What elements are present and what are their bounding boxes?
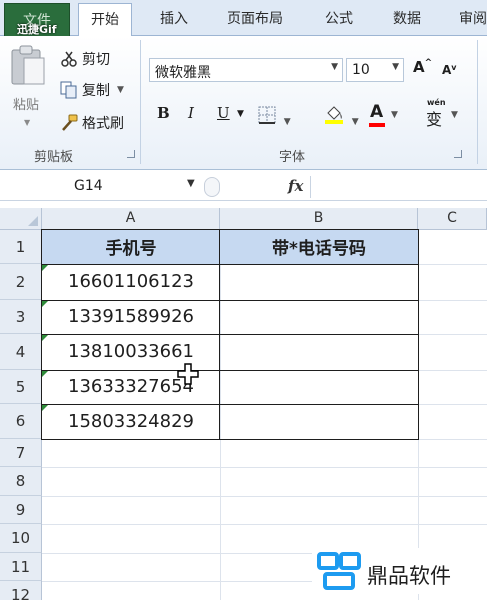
border-icon	[258, 106, 276, 124]
brand-logo-text: 鼎品软件	[367, 564, 451, 588]
underline-dropdown-arrow[interactable]: ▼	[237, 109, 244, 131]
font-name-value: 微软雅黑	[155, 65, 211, 81]
tab-data[interactable]: 数据	[393, 8, 421, 28]
bold-button[interactable]: B	[157, 104, 170, 126]
grow-font-button[interactable]: A^	[413, 58, 432, 76]
chevron-down-icon: ▼	[392, 62, 399, 72]
font-size-select[interactable]: 10 ▼	[346, 58, 404, 82]
tab-page-layout[interactable]: 页面布局	[227, 8, 283, 28]
clipboard-group-label: 剪贴板	[34, 150, 74, 165]
underline-button[interactable]: U	[217, 104, 230, 126]
table-row-divider	[41, 300, 419, 301]
font-color-dropdown-arrow[interactable]: ▼	[391, 110, 398, 120]
ribbon-home: 粘贴 ▼ 剪切 复制 ▼ 格式刷 剪贴板 微软雅黑 ▼ 10 ▼ A^ Av B…	[0, 36, 487, 170]
tab-home[interactable]: 开始	[78, 3, 132, 37]
fill-color-dropdown-arrow[interactable]: ▼	[352, 117, 359, 127]
group-separator	[140, 40, 141, 164]
spreadsheet-grid[interactable]: A B C 1 2 3 4 5 6 7 8 9 10 11 12 手机号 带*电话号码 1660110…	[0, 208, 487, 600]
border-dropdown-arrow[interactable]: ▼	[284, 117, 291, 127]
shrink-font-button[interactable]: Av	[442, 63, 457, 77]
copy-icon	[60, 81, 77, 99]
clipboard-launcher-icon[interactable]	[127, 150, 135, 158]
font-launcher-icon[interactable]	[454, 150, 462, 158]
gridline	[42, 467, 487, 468]
row-header[interactable]: 10	[0, 524, 42, 553]
gridline	[42, 496, 487, 497]
copy-dropdown-arrow[interactable]: ▼	[117, 85, 124, 95]
cell-select-cursor-icon	[177, 363, 199, 385]
tab-formulas[interactable]: 公式	[325, 8, 353, 28]
formula-bar-splitter[interactable]	[204, 177, 220, 197]
table-row-divider	[41, 370, 419, 371]
cut-button[interactable]: 剪切	[60, 48, 110, 70]
table-row-divider	[41, 404, 419, 405]
row-header[interactable]: 3	[0, 300, 42, 334]
format-painter-label: 格式刷	[82, 116, 124, 132]
paste-dropdown-arrow[interactable]: ▼	[24, 118, 30, 127]
brand-logo: 鼎品软件	[312, 548, 487, 594]
cut-label: 剪切	[82, 52, 110, 68]
formula-bar: G14 ▼ fx	[0, 173, 487, 201]
table-row-divider	[41, 264, 419, 265]
paint-bucket-icon	[325, 106, 343, 124]
row-header[interactable]: 6	[0, 404, 42, 439]
shrink-font-icon: A	[442, 63, 452, 77]
row-header[interactable]: 11	[0, 553, 42, 581]
row-header[interactable]: 1	[0, 230, 42, 264]
font-size-value: 10	[352, 62, 370, 78]
font-color-button[interactable]: A ▼	[369, 102, 398, 127]
row-header[interactable]: 4	[0, 334, 42, 370]
insert-function-button[interactable]: fx	[288, 177, 303, 195]
font-name-select[interactable]: 微软雅黑 ▼	[149, 58, 343, 82]
font-group-label: 字体	[279, 150, 306, 165]
copy-label: 复制	[82, 83, 110, 99]
fill-color-button[interactable]: ▼	[324, 104, 359, 127]
column-header-b[interactable]: B	[220, 208, 418, 230]
table-row-divider	[41, 334, 419, 335]
row-header[interactable]: 12	[0, 581, 42, 600]
row-header[interactable]: 7	[0, 439, 42, 467]
border-button[interactable]: ▼	[258, 106, 291, 128]
font-color-swatch	[369, 123, 385, 127]
tab-file[interactable]: 文件 迅捷Gif	[4, 3, 70, 36]
name-box[interactable]: G14	[2, 176, 202, 198]
italic-button[interactable]: I	[188, 104, 194, 126]
name-box-dropdown-icon[interactable]: ▼	[187, 178, 195, 189]
chevron-down-icon: ▼	[331, 62, 338, 72]
paste-button-label[interactable]: 粘贴	[13, 94, 39, 113]
font-color-letter: A	[370, 102, 384, 122]
column-header-c[interactable]: C	[418, 208, 487, 230]
row-header[interactable]: 2	[0, 264, 42, 300]
ribbon-overflow	[470, 58, 487, 82]
paste-icon[interactable]	[10, 44, 46, 86]
tab-review[interactable]: 审阅	[459, 8, 487, 28]
grow-font-icon: A	[413, 58, 425, 76]
ribbon-tab-bar: 文件 迅捷Gif 开始 插入 页面布局 公式 数据 审阅	[0, 0, 487, 37]
phonetic-dropdown-arrow[interactable]: ▼	[451, 110, 458, 120]
row-header[interactable]: 9	[0, 496, 42, 524]
gif-watermark: 迅捷Gif	[17, 23, 57, 36]
group-separator	[477, 40, 478, 164]
column-header-a[interactable]: A	[42, 208, 220, 230]
brand-logo-icon	[317, 552, 361, 590]
format-painter-button[interactable]: 格式刷	[60, 112, 124, 134]
select-all-button[interactable]	[0, 208, 42, 230]
row-header[interactable]: 8	[0, 467, 42, 496]
formula-input[interactable]	[310, 176, 487, 198]
scissors-icon	[61, 51, 77, 67]
row-header[interactable]: 5	[0, 370, 42, 404]
gridline	[42, 524, 487, 525]
copy-button[interactable]: 复制 ▼	[60, 79, 124, 101]
phonetic-icon: 变	[426, 110, 443, 129]
format-painter-icon	[62, 114, 78, 131]
tab-insert[interactable]: 插入	[160, 8, 188, 28]
